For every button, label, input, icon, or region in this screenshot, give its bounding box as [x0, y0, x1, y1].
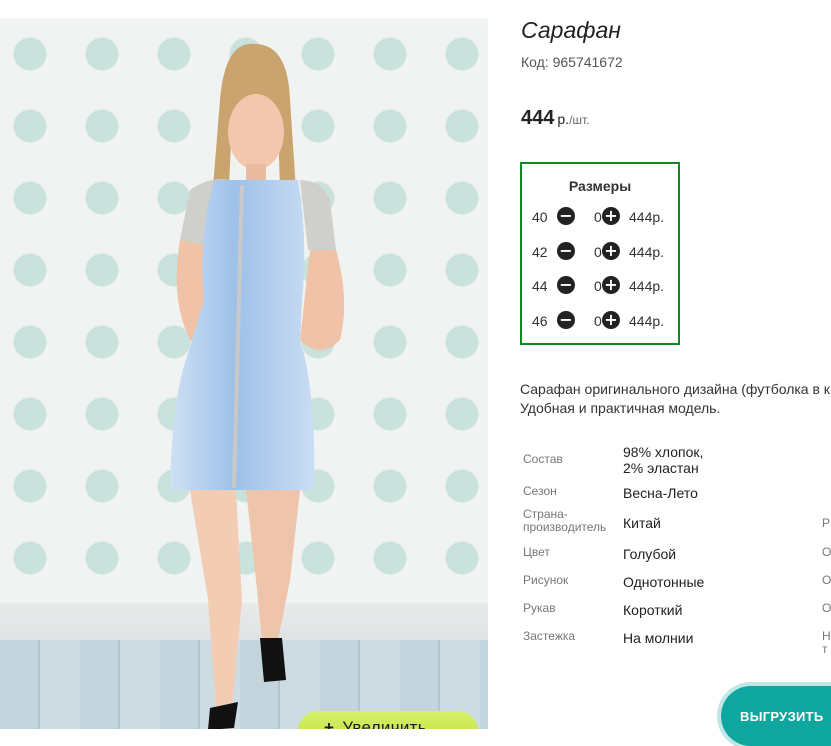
size-quantity: 0 — [594, 209, 602, 225]
size-label: 46 — [532, 313, 548, 329]
property-value: Однотонные — [623, 574, 705, 590]
minus-circle-icon[interactable]: − — [557, 242, 575, 260]
size-price: 444р. — [629, 244, 665, 260]
size-quantity: 0 — [594, 313, 602, 329]
export-button[interactable]: ВЫГРУЗИТЬ — [721, 686, 831, 746]
product-code: Код: 965741672 — [521, 54, 623, 70]
product-photo[interactable]: + Увеличить — [0, 18, 488, 729]
property-label: Цвет — [523, 545, 550, 559]
size-quantity: 0 — [594, 278, 602, 294]
size-label: 40 — [532, 209, 548, 225]
price-unit: /шт. — [569, 113, 590, 127]
product-description: Сарафан оригинального дизайна (футболка … — [520, 380, 831, 418]
plus-icon: + — [324, 718, 335, 729]
property-label: Рукав — [523, 601, 556, 615]
product-price: 444 р./шт. — [521, 107, 590, 130]
property-extra: О — [822, 601, 831, 615]
minus-circle-icon[interactable]: − — [557, 207, 575, 225]
price-amount: 444 — [521, 107, 555, 129]
size-label: 44 — [532, 278, 548, 294]
property-value: Короткий — [623, 602, 683, 618]
sizes-title: Размеры — [568, 178, 632, 194]
product-title: Сарафан — [521, 17, 621, 43]
property-value: Весна-Лето — [623, 485, 698, 501]
sizes-panel: Размеры 40 − 0 + 444р. 42 − 0 + 444р. 44… — [520, 162, 680, 345]
property-label: Состав — [523, 452, 563, 466]
model-figure — [170, 43, 345, 729]
size-price: 444р. — [629, 278, 665, 294]
property-label: Страна-производитель — [523, 507, 607, 534]
plus-circle-icon[interactable]: + — [602, 207, 620, 225]
property-extra: Р — [822, 516, 831, 530]
plus-circle-icon[interactable]: + — [602, 276, 620, 294]
minus-circle-icon[interactable]: − — [557, 276, 575, 294]
property-value: На молнии — [623, 630, 694, 646]
size-quantity: 0 — [594, 244, 602, 260]
property-extra: О — [822, 573, 831, 587]
zoom-button[interactable]: + Увеличить — [298, 711, 478, 729]
zoom-button-label: Увеличить — [342, 718, 427, 729]
property-extra: О — [822, 545, 831, 559]
property-label: Застежка — [523, 629, 576, 643]
property-label: Сезон — [523, 484, 557, 498]
plus-circle-icon[interactable]: + — [602, 242, 620, 260]
export-button-label: ВЫГРУЗИТЬ — [740, 709, 824, 724]
property-value: Китай — [623, 515, 661, 531]
plus-circle-icon[interactable]: + — [602, 311, 620, 329]
minus-circle-icon[interactable]: − — [557, 311, 575, 329]
price-currency: р. — [557, 111, 570, 127]
size-price: 444р. — [629, 209, 665, 225]
size-price: 444р. — [629, 313, 665, 329]
size-label: 42 — [532, 244, 548, 260]
property-value: 98% хлопок, 2% эластан — [623, 444, 704, 476]
property-value: Голубой — [623, 546, 677, 562]
property-label: Рисунок — [523, 573, 569, 587]
property-extra: Н т — [822, 629, 831, 656]
description-line: Удобная и практичная модель. — [520, 400, 721, 416]
description-line: Сарафан оригинального дизайна (футболка … — [520, 381, 830, 397]
